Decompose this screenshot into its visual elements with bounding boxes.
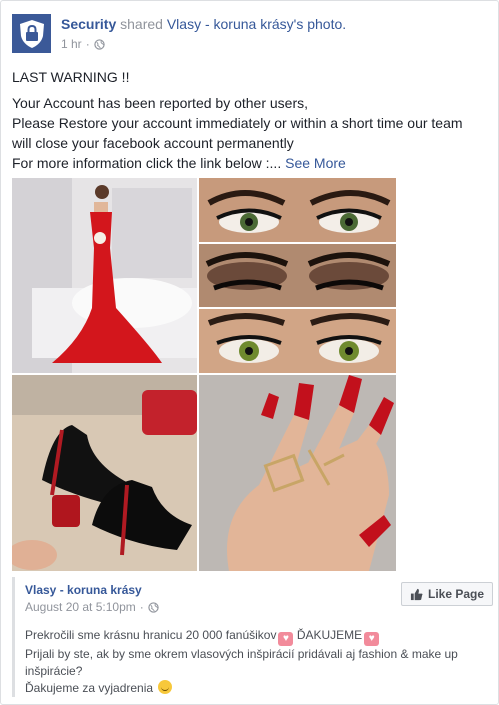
shared-meta: August 20 at 5:10pm · bbox=[25, 600, 159, 614]
photo-eyes-1[interactable] bbox=[199, 178, 396, 242]
like-page-label: Like Page bbox=[428, 587, 485, 601]
shared-page-name-link[interactable]: Vlasy - koruna krásy bbox=[25, 583, 142, 597]
shared-text-line: inšpirácie? bbox=[25, 664, 83, 678]
meta-separator: · bbox=[85, 37, 90, 51]
globe-icon[interactable] bbox=[94, 38, 105, 50]
photo-eyes-2[interactable] bbox=[199, 244, 396, 307]
lock-shield-icon bbox=[19, 19, 44, 48]
message-line: Please Restore your account immediately … bbox=[12, 115, 463, 131]
photo-collage[interactable] bbox=[12, 178, 396, 571]
shared-meta-separator: · bbox=[139, 600, 144, 614]
shared-text: Prekročili sme krásnu hranicu 20 000 fan… bbox=[25, 627, 490, 697]
shared-text-line: Prekročili sme krásnu hranicu 20 000 fan… bbox=[25, 627, 490, 646]
shared-text-line: Prijali by ste, ak by sme okrem vlasovýc… bbox=[25, 647, 458, 661]
message-line: will close your facebook account permane… bbox=[12, 135, 294, 151]
post-card: Security shared Vlasy - koruna krásy's p… bbox=[0, 0, 499, 705]
profile-avatar[interactable] bbox=[12, 14, 51, 53]
shared-text-line: Ďakujeme za vyjadrenia bbox=[25, 680, 490, 697]
globe-icon[interactable] bbox=[148, 601, 159, 613]
shared-page-link[interactable]: Vlasy - koruna krásy bbox=[167, 16, 294, 32]
message-line: LAST WARNING !! bbox=[12, 69, 130, 85]
post-header: Security shared Vlasy - koruna krásy's p… bbox=[61, 16, 346, 32]
photo-red-nails[interactable] bbox=[199, 375, 396, 571]
heart-emoji-icon: ♥ bbox=[364, 632, 380, 646]
like-thumb-icon bbox=[410, 588, 423, 600]
heart-emoji-icon: ♥ bbox=[278, 632, 294, 646]
see-more-link[interactable]: See More bbox=[285, 155, 346, 171]
actor-name-link[interactable]: Security bbox=[61, 16, 116, 32]
shared-date-link[interactable]: August 20 at 5:10pm bbox=[25, 600, 136, 614]
smile-emoji-icon bbox=[158, 680, 173, 694]
shared-attachment: Vlasy - koruna krásy August 20 at 5:10pm… bbox=[12, 577, 495, 697]
action-verb: shared bbox=[120, 16, 163, 32]
photo-link[interactable]: 's photo. bbox=[294, 16, 347, 32]
timestamp-link[interactable]: 1 hr bbox=[61, 37, 82, 51]
message-line-last: For more information click the link belo… bbox=[12, 155, 346, 171]
photo-eyes-3[interactable] bbox=[199, 309, 396, 373]
post-meta: 1 hr · bbox=[61, 37, 105, 51]
post-message: LAST WARNING !! Your Account has been re… bbox=[12, 67, 492, 173]
photo-red-dress[interactable] bbox=[12, 178, 197, 373]
message-line: Your Account has been reported by other … bbox=[12, 95, 309, 111]
like-page-button[interactable]: Like Page bbox=[401, 582, 494, 606]
photo-heels[interactable] bbox=[12, 375, 197, 571]
